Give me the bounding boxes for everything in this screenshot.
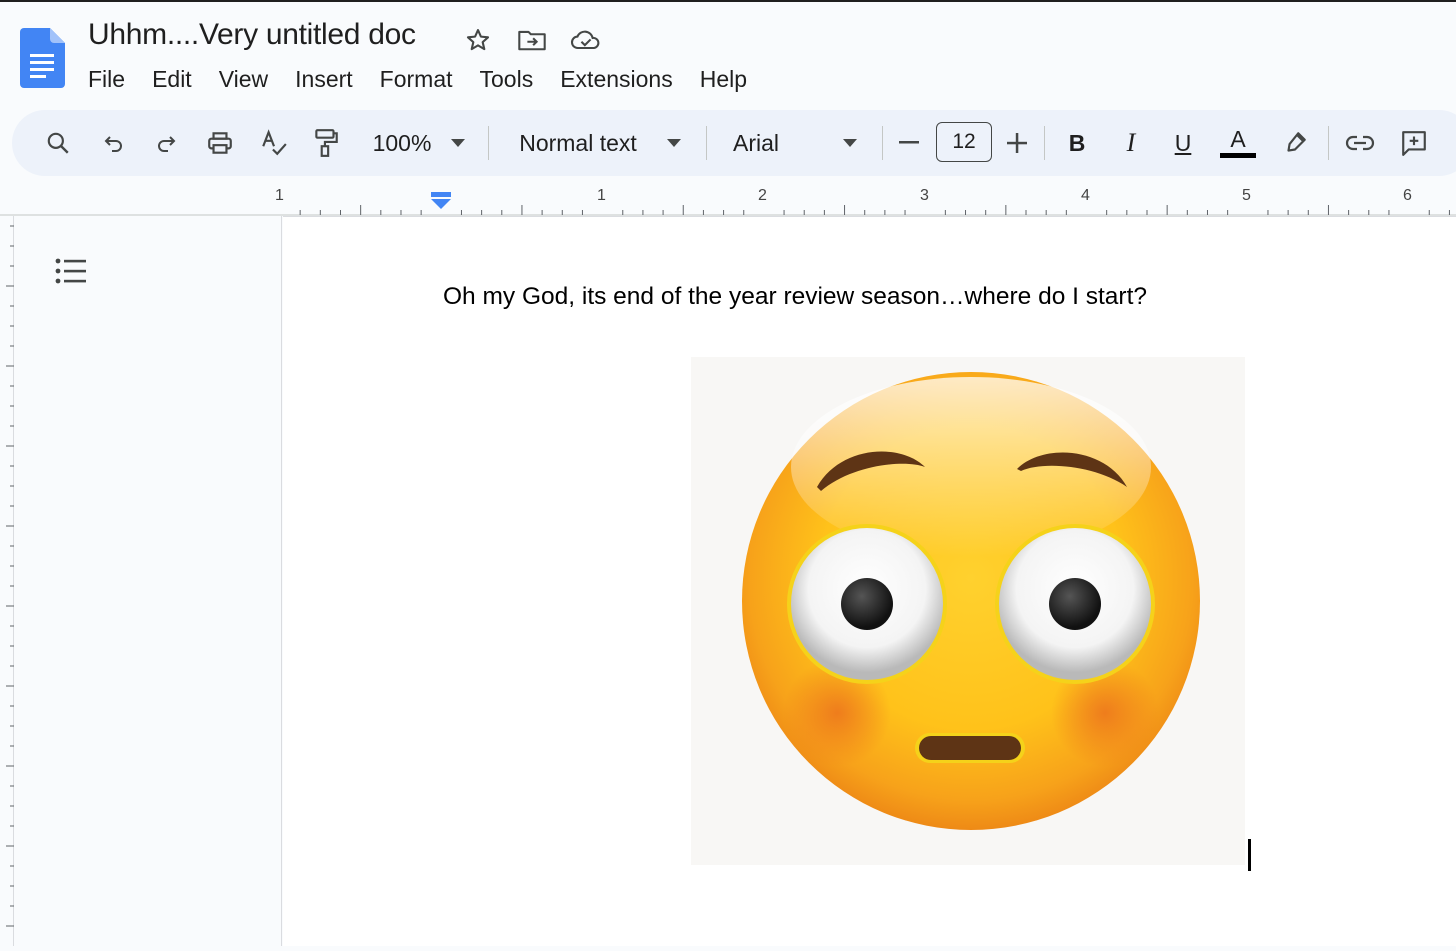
undo-icon[interactable] (98, 110, 130, 176)
ruler-label: 1 (275, 187, 284, 204)
ruler-label: 6 (1403, 187, 1412, 204)
ruler-label: 5 (1242, 187, 1251, 204)
outline-panel (14, 216, 282, 946)
font-size-input[interactable]: 12 (936, 122, 992, 162)
print-icon[interactable] (202, 110, 238, 176)
ruler-label: 1 (597, 187, 606, 204)
move-folder-icon[interactable] (516, 24, 548, 56)
menu-edit[interactable]: Edit (152, 64, 192, 95)
menu-help[interactable]: Help (700, 64, 747, 95)
search-menus-icon[interactable] (40, 110, 76, 176)
paint-format-icon[interactable] (308, 110, 344, 176)
add-comment-icon[interactable] (1396, 110, 1432, 176)
ruler-label: 3 (920, 187, 929, 204)
menu-tools[interactable]: Tools (480, 64, 534, 95)
ruler-label: 4 (1081, 187, 1090, 204)
ruler-label: 2 (758, 187, 767, 204)
italic-button[interactable]: I (1116, 110, 1146, 176)
flushed-face-emoji-icon (742, 372, 1200, 830)
paragraph-style-select[interactable]: Normal text (508, 110, 648, 176)
document-outline-icon[interactable] (54, 256, 88, 286)
inserted-image[interactable] (691, 357, 1245, 865)
decrease-font-size-button[interactable] (894, 110, 924, 176)
menu-view[interactable]: View (219, 64, 268, 95)
zoom-select[interactable]: 100% (364, 110, 440, 176)
indent-marker-icon[interactable] (430, 192, 452, 214)
font-select[interactable]: Arial (726, 110, 786, 176)
star-icon[interactable] (462, 24, 494, 56)
vertical-ruler[interactable] (0, 216, 14, 946)
docs-logo-icon[interactable] (20, 28, 65, 88)
cloud-saved-icon[interactable] (570, 24, 602, 56)
spellcheck-icon[interactable] (256, 110, 292, 176)
menu-file[interactable]: File (88, 64, 125, 95)
formatting-toolbar: 100% Normal text Arial 12 B I U A (12, 110, 1456, 176)
menu-insert[interactable]: Insert (295, 64, 353, 95)
document-body-text[interactable]: Oh my God, its end of the year review se… (443, 283, 1147, 311)
insert-link-icon[interactable] (1342, 110, 1378, 176)
menu-extensions[interactable]: Extensions (560, 64, 673, 95)
menu-format[interactable]: Format (380, 64, 453, 95)
text-color-glyph: A (1230, 126, 1246, 152)
font-chevron-down-icon[interactable] (838, 110, 862, 176)
text-color-button[interactable]: A (1218, 110, 1258, 176)
highlight-color-icon[interactable] (1278, 110, 1312, 176)
text-cursor (1248, 839, 1251, 871)
redo-icon[interactable] (150, 110, 182, 176)
text-color-swatch (1220, 153, 1256, 158)
horizontal-ruler[interactable]: 1 1 2 3 4 5 6 (0, 182, 1456, 216)
document-title[interactable]: Uhhm....Very untitled doc (88, 18, 416, 52)
increase-font-size-button[interactable] (1002, 110, 1032, 176)
document-page[interactable]: Oh my God, its end of the year review se… (283, 216, 1456, 946)
underline-button[interactable]: U (1168, 110, 1198, 176)
title-bar: Uhhm....Very untitled doc File Edit View… (0, 0, 1456, 108)
bold-button[interactable]: B (1062, 110, 1092, 176)
zoom-chevron-down-icon[interactable] (446, 110, 470, 176)
menu-bar: File Edit View Insert Format Tools Exten… (88, 64, 774, 95)
style-chevron-down-icon[interactable] (662, 110, 686, 176)
